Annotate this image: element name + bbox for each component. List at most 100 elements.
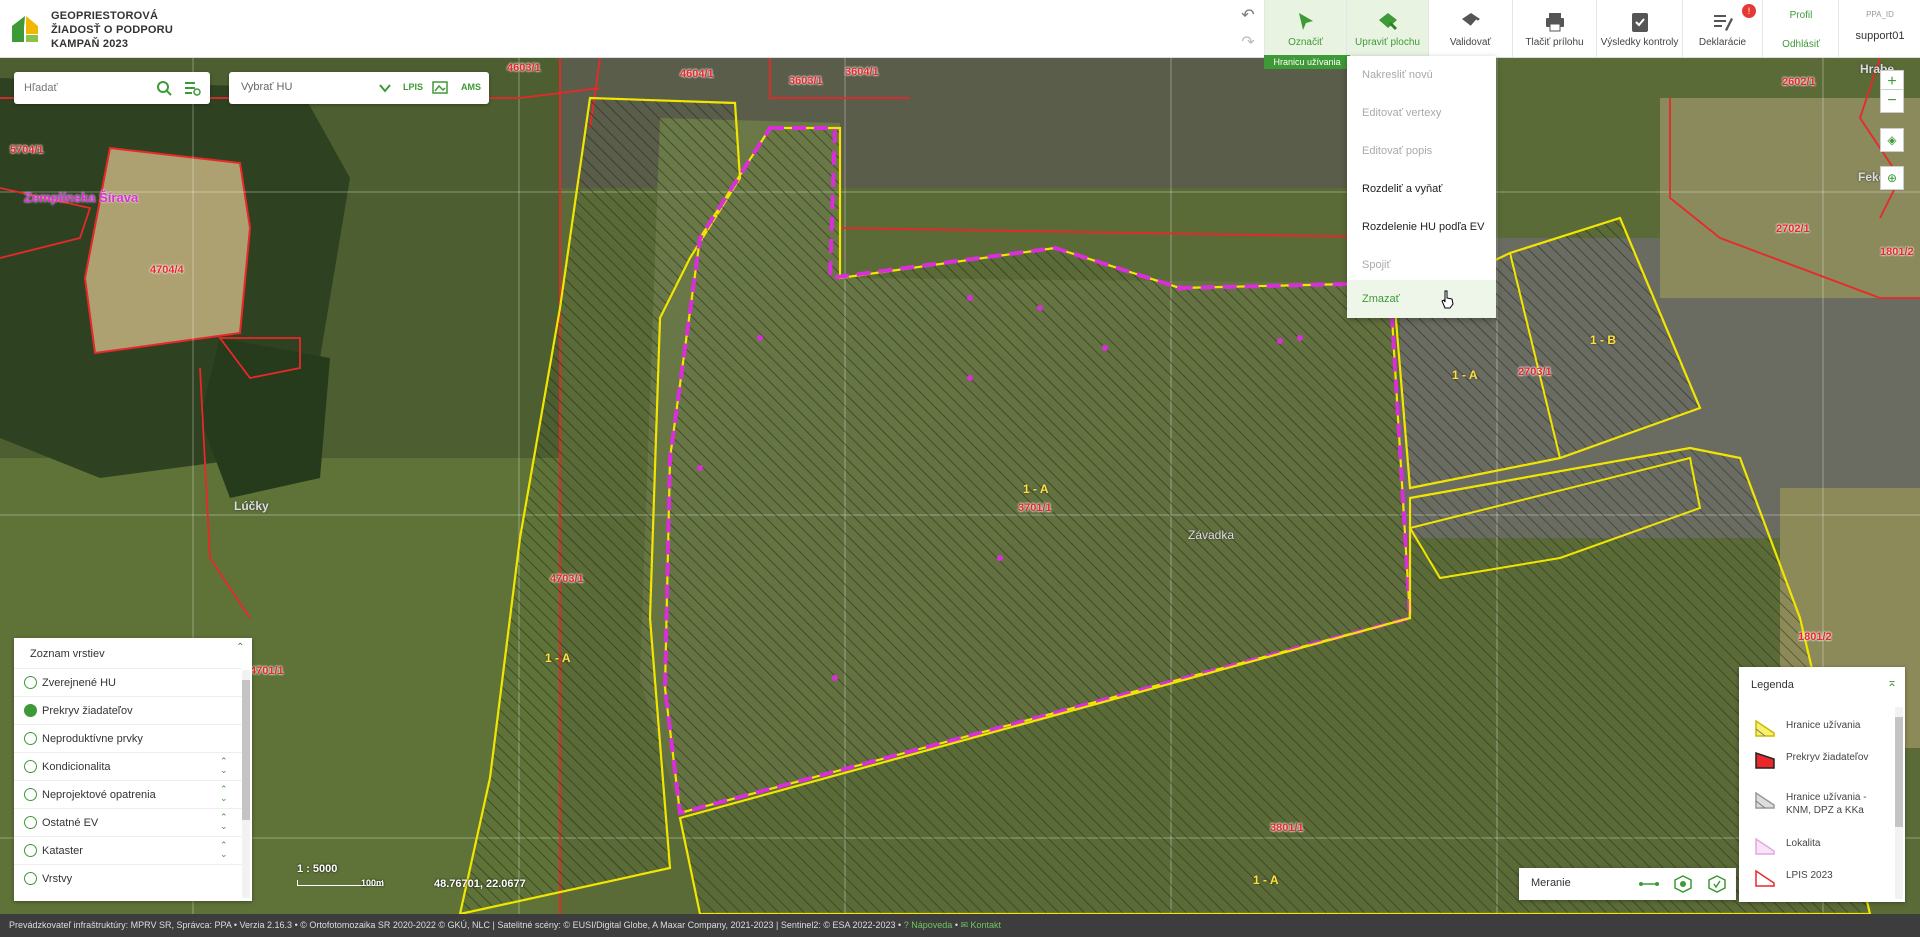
ppa-id-label: PPA_ID [1866,10,1894,19]
lpis-icon[interactable]: LPIS [399,75,427,99]
menu-draw-new[interactable]: Nakresliť novú [1347,56,1496,94]
profile-link[interactable]: Profil [1763,10,1839,21]
map-svg[interactable] [0,58,1920,914]
layer-row[interactable]: Neproduktívne prvky [14,724,242,752]
tool-select-label: Označiť [1288,37,1323,48]
locate-icon[interactable]: ⊕ [1880,166,1904,190]
layer-label: Neprojektové opatrenia [42,789,156,801]
layer-toggle[interactable] [24,872,37,885]
menu-edit-description[interactable]: Editovať popis [1347,132,1496,170]
legend-panel: Legenda ⌅ Hranice užívania Prekryv žiada… [1739,667,1905,902]
tool-check-results-label: Výsledky kontroly [1600,37,1679,48]
menu-delete[interactable]: Zmazať [1347,280,1496,318]
expand-icon[interactable]: ⌃ ⌄ [220,757,228,775]
collapse-icon[interactable]: ⌃ [236,642,244,653]
contact-link[interactable]: Kontakt [971,920,1002,930]
parcel-label: 4604/1 [680,68,714,80]
legend-swatch-overlap [1755,751,1775,769]
tool-print[interactable]: Tlačiť prílohu [1512,0,1596,57]
help-link[interactable]: Nápoveda [911,920,952,930]
notification-badge: ! [1742,4,1756,18]
layer-row[interactable]: Vrstvy [14,864,242,892]
tool-print-label: Tlačiť prílohu [1525,37,1584,48]
expand-icon[interactable]: ⌃ ⌄ [220,785,228,803]
hand-cursor-icon [1441,290,1454,309]
printer-icon [1545,13,1564,32]
tool-edit-area[interactable]: Upraviť plochu [1346,0,1428,57]
measure-panel: Meranie [1519,868,1736,900]
chevron-down-icon[interactable] [373,76,397,100]
parcel-label: 2703/1 [1518,366,1552,378]
zoom-out-button[interactable]: − [1880,89,1904,113]
expand-icon[interactable]: ⌃ ⌄ [220,841,228,859]
parcel-label: 1801/2 [1798,631,1832,643]
redo-icon[interactable]: ↷ [1233,31,1263,53]
layer-toggle[interactable] [24,732,37,745]
tool-validate[interactable]: Validovať [1428,0,1512,57]
layer-toggle[interactable] [24,816,37,829]
hu-label: 1 - A [1253,873,1279,887]
layer-toggle[interactable] [24,704,37,717]
layer-row[interactable]: Kataster ⌃ ⌄ [14,836,242,864]
layer-row[interactable]: Neprojektové opatrenia ⌃ ⌄ [14,780,242,808]
hu-label: 1 - A [545,651,571,665]
layer-label: Prekryv žiadateľov [42,705,133,717]
legend-label: Prekryv žiadateľov [1786,752,1869,763]
parcel-label: 4603/1 [507,62,541,74]
map-canvas[interactable]: 4603/1 4604/1 3603/1 3604/1 5704/1 4704/… [0,58,1920,914]
hu-label: 1 - A [1023,482,1049,496]
title-line-3: KAMPAŇ 2023 [51,38,129,50]
search-list-icon[interactable] [180,76,204,100]
layers-icon[interactable]: ◈ [1880,128,1904,152]
parcel-label: 2702/1 [1776,223,1810,235]
measure-clear-icon[interactable] [1705,872,1729,896]
tool-edit-area-label: Upraviť plochu [1355,37,1420,48]
layer-row[interactable]: Prekryv žiadateľov [14,696,242,724]
tool-select[interactable]: Označiť [1264,0,1346,57]
legend-swatch-locality [1755,837,1775,855]
document-pen-icon [1713,15,1733,31]
menu-split-by-ev[interactable]: Rozdelenie HU podľa EV [1347,208,1496,246]
tool-declarations-label: Deklarácie [1698,37,1747,48]
collapse-legend-icon[interactable]: ⌅ [1887,675,1897,689]
search-input[interactable] [24,78,154,98]
ams-icon[interactable]: AMS [457,75,485,99]
pencil-area-icon [1378,13,1397,30]
logout-link[interactable]: Odhlásiť [1763,39,1839,50]
legend-label: Hranice užívania [1786,720,1861,731]
layer-row[interactable]: Ostatné EV ⌃ ⌄ [14,808,242,836]
menu-merge[interactable]: Spojiť [1347,246,1496,284]
hu-select[interactable]: Vybrať HU LPIS AMS [229,72,489,104]
hu-label: 1 - B [1590,333,1617,347]
layer-toggle[interactable] [24,844,37,857]
measure-distance-icon[interactable] [1637,872,1661,896]
validate-icon [1461,13,1480,30]
parcel-label: 3604/1 [845,66,879,78]
expand-icon[interactable]: ⌃ ⌄ [220,813,228,831]
map-layer-icon[interactable] [429,76,453,100]
layer-label: Neproduktívne prvky [42,733,143,745]
layer-toggle[interactable] [24,760,37,773]
legend-scroll-thumb[interactable] [1895,717,1903,827]
place-label: Závadka [1188,528,1235,542]
measure-area-icon[interactable] [1671,872,1695,896]
tool-check-results[interactable]: Výsledky kontroly [1596,0,1682,57]
app-logo [12,16,38,42]
layer-row[interactable]: Zverejnené HU [14,668,242,696]
parcel-label: 4701/1 [250,665,284,677]
layer-toggle[interactable] [24,788,37,801]
layer-list-scroll-thumb[interactable] [242,680,250,820]
hu-select-value: Vybrať HU [241,81,293,93]
search-icon[interactable] [152,76,176,100]
parcel-label: 3801/1 [1270,822,1304,834]
parcel-label: 3603/1 [789,75,823,87]
layer-row[interactable]: Kondicionalita ⌃ ⌄ [14,752,242,780]
undo-icon[interactable]: ↶ [1233,4,1263,26]
menu-split-remove[interactable]: Rozdeliť a vyňať [1347,170,1496,208]
user-block: PPA_ID support01 [1838,0,1920,57]
parcel-label: 4703/1 [550,573,584,585]
layer-toggle[interactable] [24,676,37,689]
layer-label: Zverejnené HU [42,677,116,689]
profile-block: Profil Odhlásiť [1762,0,1838,57]
menu-edit-vertices[interactable]: Editovať vertexy [1347,94,1496,132]
